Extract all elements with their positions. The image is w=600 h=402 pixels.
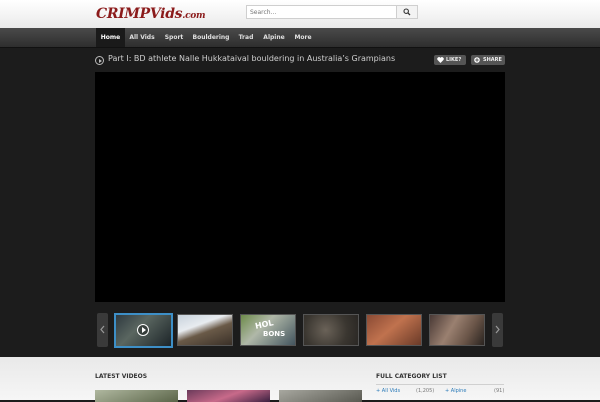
play-circle-icon (137, 324, 149, 336)
latest-video-thumbnail[interactable] (279, 390, 362, 402)
nav-item-trad[interactable]: Trad (234, 28, 258, 47)
like-button[interactable]: LIKE? (434, 55, 466, 65)
category-link-all-vids[interactable]: + All Vids (376, 388, 400, 394)
main-nav: Home All Vids Sport Bouldering Trad Alpi… (0, 28, 600, 48)
video-title: Part I: BD athlete Nalle Hukkataival bou… (108, 54, 396, 63)
logo-crimp: CRIMP (96, 6, 150, 22)
search-button[interactable] (396, 6, 417, 18)
share-button[interactable]: SHARE (471, 55, 505, 65)
nav-item-home[interactable]: Home (96, 28, 125, 47)
search-icon (403, 8, 411, 16)
video-thumbnail[interactable] (429, 314, 485, 346)
category-count: (1,205) (416, 388, 435, 394)
share-plus-icon (474, 57, 480, 63)
nav-item-bouldering[interactable]: Bouldering (190, 28, 232, 47)
thumbnail-overlay-text: BONS (263, 330, 286, 338)
video-thumbnail[interactable] (303, 314, 359, 346)
category-name: All Vids (381, 388, 401, 394)
latest-video-thumbnail[interactable] (95, 390, 178, 402)
logo-vids: Vids (149, 6, 183, 22)
thumbs-next-button[interactable] (492, 313, 503, 347)
thumbnail-overlay-text: HOL (254, 318, 275, 331)
nav-item-alpine[interactable]: Alpine (260, 28, 288, 47)
thumbnail-strip: HOL BONS (97, 313, 503, 348)
category-name: Alpine (450, 388, 467, 394)
heart-icon (437, 57, 444, 63)
logo-com: .com (182, 11, 206, 21)
latest-videos-heading: LATEST VIDEOS (95, 373, 148, 380)
like-label: LIKE? (446, 57, 462, 63)
latest-video-thumbnail[interactable] (187, 390, 270, 402)
search-input[interactable] (247, 6, 398, 18)
search-box (246, 5, 418, 19)
video-thumbnail[interactable] (114, 313, 173, 348)
lower-content: LATEST VIDEOS FULL CATEGORY LIST + All V… (0, 357, 600, 402)
category-count: (91) (494, 388, 505, 394)
video-thumbnail[interactable]: HOL BONS (240, 314, 296, 346)
play-circle-icon (95, 56, 104, 65)
category-link-alpine[interactable]: + Alpine (445, 388, 466, 394)
video-thumbnail[interactable] (177, 314, 233, 346)
video-title-row: Part I: BD athlete Nalle Hukkataival bou… (95, 54, 505, 68)
nav-item-sport[interactable]: Sport (160, 28, 188, 47)
video-thumbnail[interactable] (366, 314, 422, 346)
chevron-left-icon (100, 325, 105, 334)
category-divider (376, 384, 504, 385)
site-logo[interactable]: CRIMPVids.com (96, 6, 206, 22)
nav-item-more[interactable]: More (290, 28, 316, 47)
site-header: CRIMPVids.com (0, 0, 600, 28)
chevron-right-icon (495, 325, 500, 334)
video-player[interactable] (95, 72, 505, 302)
category-list-heading: FULL CATEGORY LIST (376, 373, 447, 380)
share-label: SHARE (483, 57, 502, 63)
nav-item-all-vids[interactable]: All Vids (126, 28, 158, 47)
thumbs-prev-button[interactable] (97, 313, 108, 347)
